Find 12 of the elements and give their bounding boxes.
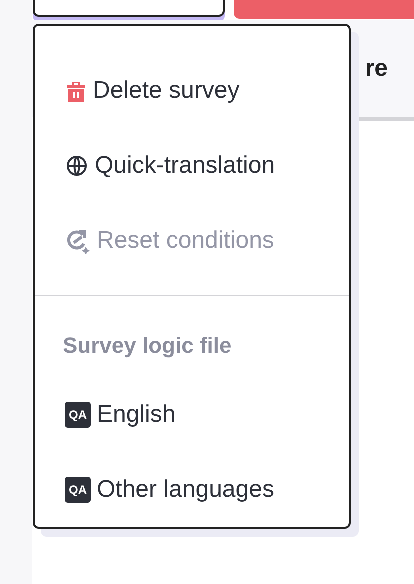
globe-icon: [65, 154, 89, 178]
field-button[interactable]: [33, 0, 225, 17]
menu-item[interactable]: QA English: [65, 378, 349, 452]
trash-icon: [65, 79, 87, 104]
qa-icon: QA: [65, 476, 91, 503]
menu-item[interactable]: QA Other languages: [65, 452, 349, 527]
reset-icon: [65, 228, 91, 254]
section-header: Survey logic file: [63, 332, 233, 360]
qa-icon: QA: [65, 402, 91, 428]
menu-item[interactable]: Delete survey: [65, 54, 349, 129]
tab-label[interactable]: re: [365, 50, 388, 86]
menu-item[interactable]: Quick-translation: [65, 128, 349, 204]
